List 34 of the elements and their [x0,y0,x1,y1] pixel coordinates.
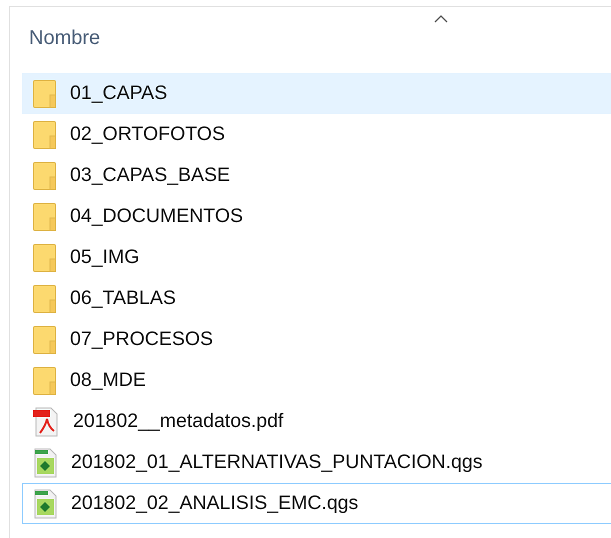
file-row[interactable]: 06_TABLAS [22,278,611,319]
file-row[interactable]: 08_MDE [22,360,611,401]
document-icon [33,488,57,518]
file-row[interactable]: 201802_01_ALTERNATIVAS_PUNTACION.qgs [22,442,611,483]
folder-icon [33,120,56,148]
folder-icon [33,162,56,190]
file-row[interactable]: 201802_02_ANALISIS_EMC.qgs [22,483,611,524]
folder-icon [33,80,56,108]
column-header[interactable]: Nombre [29,26,100,50]
folder-icon [33,244,56,272]
file-name: 201802__metadatos.pdf [73,410,284,433]
file-row[interactable]: 01_CAPAS [22,73,611,114]
file-name: 08_MDE [70,369,146,392]
file-row[interactable]: 07_PROCESOS [22,319,611,360]
folder-icon [33,202,56,230]
folder-icon [33,326,56,354]
file-name: 03_CAPAS_BASE [70,164,230,187]
file-row[interactable]: 04_DOCUMENTOS [22,196,611,237]
pdf-file-icon [33,406,59,436]
file-row[interactable]: 02_ORTOFOTOS [22,114,611,155]
file-row[interactable]: 05_IMG [22,237,611,278]
folder-icon [33,284,56,312]
file-name: 01_CAPAS [70,82,168,105]
file-name: 201802_01_ALTERNATIVAS_PUNTACION.qgs [71,451,482,474]
file-row[interactable]: 201802__metadatos.pdf [22,401,611,442]
file-name: 201802_02_ANALISIS_EMC.qgs [71,492,358,515]
file-name: 06_TABLAS [70,287,176,310]
file-row[interactable]: 03_CAPAS_BASE [22,155,611,196]
folder-icon [33,366,56,394]
file-name: 07_PROCESOS [70,328,214,351]
file-name: 05_IMG [70,246,140,269]
file-name: 02_ORTOFOTOS [70,123,225,146]
file-name: 04_DOCUMENTOS [70,205,244,228]
document-icon [33,448,57,478]
